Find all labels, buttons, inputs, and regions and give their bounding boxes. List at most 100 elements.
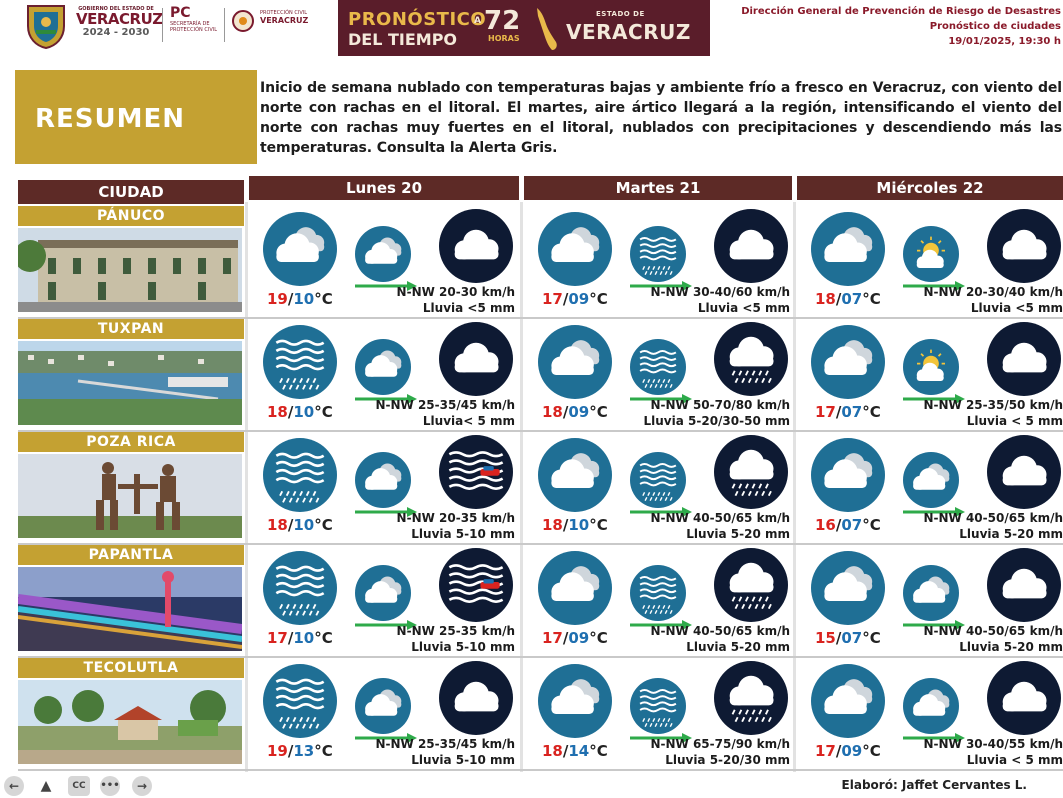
- wind-rain-info: N-NW 40-50/65 km/h Lluvia 5-20 mm: [650, 510, 790, 542]
- rain-icon: [263, 664, 337, 738]
- temp-max: 17: [815, 742, 836, 760]
- forecast-cell: 17/09°C N-NW 30-40/55 km/h Lluvia < 5 mm: [797, 658, 1063, 770]
- wind-speed: N-NW 20-30 km/h: [396, 285, 515, 299]
- temp-max: 17: [267, 629, 288, 647]
- forecast-cell: 17/09°C N-NW 40-50/65 km/h Lluvia 5-20 mm: [524, 545, 794, 657]
- wind-speed: N-NW 40-50/65 km/h: [923, 511, 1063, 525]
- forecast-cell: 17/09°C N-NW 30-40/60 km/h Lluvia <5 mm: [524, 206, 794, 318]
- cloudy-icon: [355, 226, 411, 282]
- wind-speed: N-NW 25-35 km/h: [396, 624, 515, 638]
- cloudy-icon: [811, 212, 885, 286]
- rain-amount: Lluvia 5-20/30 mm: [665, 753, 790, 767]
- temp-unit: °C: [589, 516, 608, 534]
- temp-min: 07: [841, 403, 863, 421]
- city-name: PÁNUCO: [18, 206, 244, 226]
- document-subtitle: Pronóstico de ciudades: [929, 21, 1061, 32]
- banner-state-name: VERACRUZ: [566, 20, 691, 44]
- wind-rain-info: N-NW 25-35/50 km/h Lluvia < 5 mm: [923, 397, 1063, 429]
- prev-icon[interactable]: ←: [4, 776, 24, 796]
- veracruz-shield-icon: [27, 5, 65, 50]
- night-cloudy-icon: [987, 435, 1061, 509]
- rain-amount: Lluvia< 5 mm: [422, 414, 515, 428]
- wind-rain-info: N-NW 25-35/45 km/h Lluvia 5-10 mm: [375, 736, 515, 768]
- more-icon[interactable]: •••: [100, 776, 120, 796]
- city-photo: [18, 680, 242, 764]
- night-wind-icon: [439, 435, 513, 509]
- temp-min: 07: [841, 516, 863, 534]
- night-cloudy-icon: [439, 661, 513, 735]
- temp-max: 18: [542, 742, 563, 760]
- temp-max: 19: [267, 290, 288, 308]
- temp-min: 10: [293, 290, 315, 308]
- wind-speed: N-NW 40-50/65 km/h: [650, 624, 790, 638]
- rain-amount: Lluvia 5-20 mm: [959, 640, 1063, 654]
- accessibility-icon[interactable]: ▲: [36, 776, 56, 796]
- temperature: 17/09°C: [542, 290, 608, 308]
- temp-unit: °C: [589, 290, 608, 308]
- pc-veracruz-name: VERACRUZ: [260, 16, 309, 25]
- temperature: 18/10°C: [267, 403, 333, 421]
- rain-icon: [630, 339, 686, 395]
- pc-veracruz-logo: PROTECCIÓN CIVIL VERACRUZ: [260, 10, 320, 26]
- cloudy-icon: [903, 452, 959, 508]
- day-header-3: Miércoles 22: [797, 176, 1063, 200]
- night-cloudy-icon: [714, 209, 788, 283]
- wind-rain-info: N-NW 40-50/65 km/h Lluvia 5-20 mm: [650, 623, 790, 655]
- temp-max: 18: [267, 403, 288, 421]
- cloudy-icon: [811, 664, 885, 738]
- forecast-cell: 19/13°C N-NW 25-35/45 km/h Lluvia 5-10 mm: [249, 658, 519, 770]
- temp-unit: °C: [862, 403, 881, 421]
- night-cloudy-icon: [439, 322, 513, 396]
- gov-logo: GOBIERNO DEL ESTADO DE VERACRUZ 2024 - 2…: [76, 6, 163, 39]
- cloudy-icon: [811, 438, 885, 512]
- temperature: 18/14°C: [542, 742, 608, 760]
- forecast-cell: 17/10°C N-NW 25-35 km/h Lluvia 5-10 mm: [249, 545, 519, 657]
- wind-rain-info: N-NW 20-30 km/h Lluvia <5 mm: [397, 284, 515, 316]
- temp-min: 10: [293, 516, 315, 534]
- rain-amount: Lluvia <5 mm: [697, 301, 790, 315]
- night-rain-icon: [714, 661, 788, 735]
- cloudy-icon: [538, 664, 612, 738]
- cloudy-icon: [263, 212, 337, 286]
- temp-min: 07: [841, 629, 863, 647]
- wind-rain-info: N-NW 25-35 km/h Lluvia 5-10 mm: [397, 623, 515, 655]
- cc-icon[interactable]: CC: [68, 776, 90, 796]
- wind-speed: N-NW 25-35/50 km/h: [923, 398, 1063, 412]
- cloudy-icon: [355, 452, 411, 508]
- forecast-cell: 19/10°C N-NW 20-30 km/h Lluvia <5 mm: [249, 206, 519, 318]
- rain-icon: [263, 438, 337, 512]
- wind-speed: N-NW 20-35 km/h: [396, 511, 515, 525]
- wind-speed: N-NW 30-40/55 km/h: [923, 737, 1063, 751]
- page-header: GOBIERNO DEL ESTADO DE VERACRUZ 2024 - 2…: [0, 0, 1063, 56]
- city-photo: [18, 228, 242, 312]
- rain-amount: Lluvia 5-20 mm: [959, 527, 1063, 541]
- wind-speed: N-NW 25-35/45 km/h: [375, 398, 515, 412]
- wind-speed: N-NW 50-70/80 km/h: [650, 398, 790, 412]
- header-divider: [162, 8, 163, 42]
- temp-min: 09: [841, 742, 863, 760]
- temp-max: 18: [815, 290, 836, 308]
- temperature: 18/09°C: [542, 403, 608, 421]
- cloudy-icon: [811, 325, 885, 399]
- temp-max: 17: [815, 403, 836, 421]
- cloudy-icon: [538, 438, 612, 512]
- cloudy-icon: [355, 339, 411, 395]
- temp-max: 18: [542, 403, 563, 421]
- temp-unit: °C: [862, 516, 881, 534]
- rain-icon: [263, 551, 337, 625]
- wind-rain-info: N-NW 30-40/60 km/h Lluvia <5 mm: [650, 284, 790, 316]
- night-rain-icon: [714, 548, 788, 622]
- temperature: 18/10°C: [542, 516, 608, 534]
- temperature: 18/10°C: [267, 516, 333, 534]
- rain-amount: Lluvia <5 mm: [422, 301, 515, 315]
- forecast-cell: 18/09°C N-NW 50-70/80 km/h Lluvia 5-20/30-…: [524, 319, 794, 431]
- banner-state-label: ESTADO DE: [596, 10, 645, 18]
- cloudy-icon: [811, 551, 885, 625]
- wind-speed: N-NW 20-30/40 km/h: [923, 285, 1063, 299]
- header-divider: [224, 8, 225, 42]
- next-icon[interactable]: →: [132, 776, 152, 796]
- temp-unit: °C: [589, 629, 608, 647]
- author-credit: Elaboró: Jaffet Cervantes L.: [841, 778, 1027, 792]
- rain-amount: Lluvia < 5 mm: [966, 753, 1063, 767]
- night-cloudy-icon: [439, 209, 513, 283]
